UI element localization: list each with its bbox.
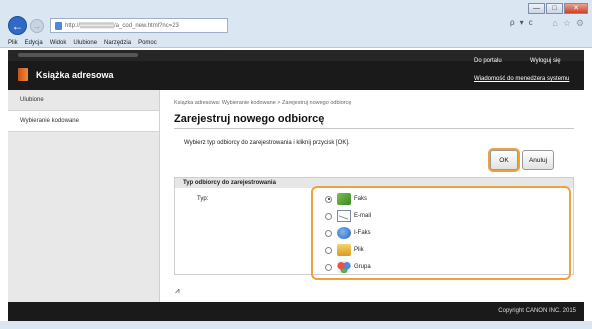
window-controls: — □ ✕ xyxy=(527,3,588,14)
radio-file[interactable] xyxy=(325,246,332,254)
browser-chrome: — □ ✕ ← → http://▒▒▒▒▒▒▒▒/a_cod_new.html… xyxy=(0,0,592,48)
address-tools: ρ ▾ c xyxy=(510,18,538,27)
file-icon xyxy=(337,244,351,256)
copyright-text: Copyright CANON INC. 2015 xyxy=(498,308,576,314)
ok-button[interactable]: OK xyxy=(490,150,518,170)
back-arrow-icon[interactable]: ← xyxy=(8,16,27,35)
main-content: Książka adresowa: Wybieranie kodowane > … xyxy=(160,90,584,302)
window-bottom-border xyxy=(0,321,592,329)
device-name-blurred xyxy=(18,53,138,57)
forward-arrow-icon[interactable]: → xyxy=(30,19,44,33)
menu-favorites[interactable]: Ulubione xyxy=(73,40,97,46)
ifax-icon xyxy=(337,227,351,239)
home-icon[interactable]: ⌂ xyxy=(552,18,557,29)
group-icon xyxy=(337,261,351,273)
minimize-button[interactable]: — xyxy=(528,3,545,14)
recipient-type-options: Faks E-mail I-Faks Plik Grupa xyxy=(311,186,571,280)
close-window-button[interactable]: ✕ xyxy=(564,3,588,14)
browser-toolbar-icons: ⌂ ☆ ⚙ xyxy=(547,18,584,29)
search-icon[interactable]: ρ xyxy=(510,18,515,27)
option-group[interactable]: Grupa xyxy=(325,261,371,273)
option-email[interactable]: E-mail xyxy=(325,210,371,222)
title-divider xyxy=(174,128,574,129)
fax-icon xyxy=(337,193,351,205)
sidebar: Ulubione Wybieranie kodowane xyxy=(8,90,160,302)
page-title: Zarejestruj nowego odbiorcę xyxy=(174,113,325,125)
app-header: Książka adresowa Do portalu Wyloguj się … xyxy=(8,50,584,90)
instructions-text: Wybierz typ odbiorcy do zarejestrowania … xyxy=(184,140,350,146)
menu-bar: Plik Edycja Widok Ulubione Narzędzia Pom… xyxy=(0,38,592,48)
favorites-star-icon[interactable]: ☆ xyxy=(563,18,571,29)
portal-link[interactable]: Do portalu xyxy=(474,58,502,64)
sidebar-item-coded-dial[interactable]: Wybieranie kodowane xyxy=(8,111,159,132)
cancel-button[interactable]: Anuluj xyxy=(522,150,554,170)
address-book-icon xyxy=(18,68,28,81)
email-icon xyxy=(337,210,351,222)
scroll-to-top-icon[interactable]: ⩘ xyxy=(175,286,180,296)
menu-view[interactable]: Widok xyxy=(50,40,67,46)
sidebar-item-favorites[interactable]: Ulubione xyxy=(8,90,159,111)
type-label: Typ: xyxy=(197,196,209,202)
radio-ifax[interactable] xyxy=(325,229,332,237)
option-label: Plik xyxy=(354,247,364,253)
page-icon xyxy=(55,21,62,30)
app-title: Książka adresowa xyxy=(36,70,114,80)
refresh-icon[interactable]: c xyxy=(529,18,533,27)
menu-file[interactable]: Plik xyxy=(8,40,18,46)
menu-tools[interactable]: Narzędzia xyxy=(104,40,131,46)
settings-gear-icon[interactable]: ⚙ xyxy=(576,18,584,29)
radio-group[interactable] xyxy=(325,263,332,271)
breadcrumb: Książka adresowa: Wybieranie kodowane > … xyxy=(174,100,352,106)
footer: Copyright CANON INC. 2015 xyxy=(8,302,584,321)
recipient-type-section: Typ odbiorcy do zarejestrowania Typ: Fak… xyxy=(174,177,574,280)
menu-help[interactable]: Pomoc xyxy=(138,40,157,46)
radio-fax[interactable] xyxy=(325,195,332,203)
logout-link[interactable]: Wyloguj się xyxy=(530,58,561,64)
option-ifax[interactable]: I-Faks xyxy=(325,227,371,239)
maximize-button[interactable]: □ xyxy=(546,3,563,14)
option-file[interactable]: Plik xyxy=(325,244,364,256)
option-label: I-Faks xyxy=(354,230,371,236)
admin-message-link[interactable]: Wiadomość do menedżera systemu xyxy=(474,76,569,82)
url-text: http://▒▒▒▒▒▒▒▒/a_cod_new.html?nc=23 xyxy=(65,22,179,29)
dropdown-icon[interactable]: ▾ xyxy=(520,18,524,27)
address-bar[interactable]: http://▒▒▒▒▒▒▒▒/a_cod_new.html?nc=23 xyxy=(50,18,228,33)
option-label: E-mail xyxy=(354,213,372,219)
option-label: Faks xyxy=(354,196,368,202)
option-label: Grupa xyxy=(354,264,371,270)
option-fax[interactable]: Faks xyxy=(325,193,367,205)
menu-edit[interactable]: Edycja xyxy=(25,40,43,46)
radio-email[interactable] xyxy=(325,212,332,220)
